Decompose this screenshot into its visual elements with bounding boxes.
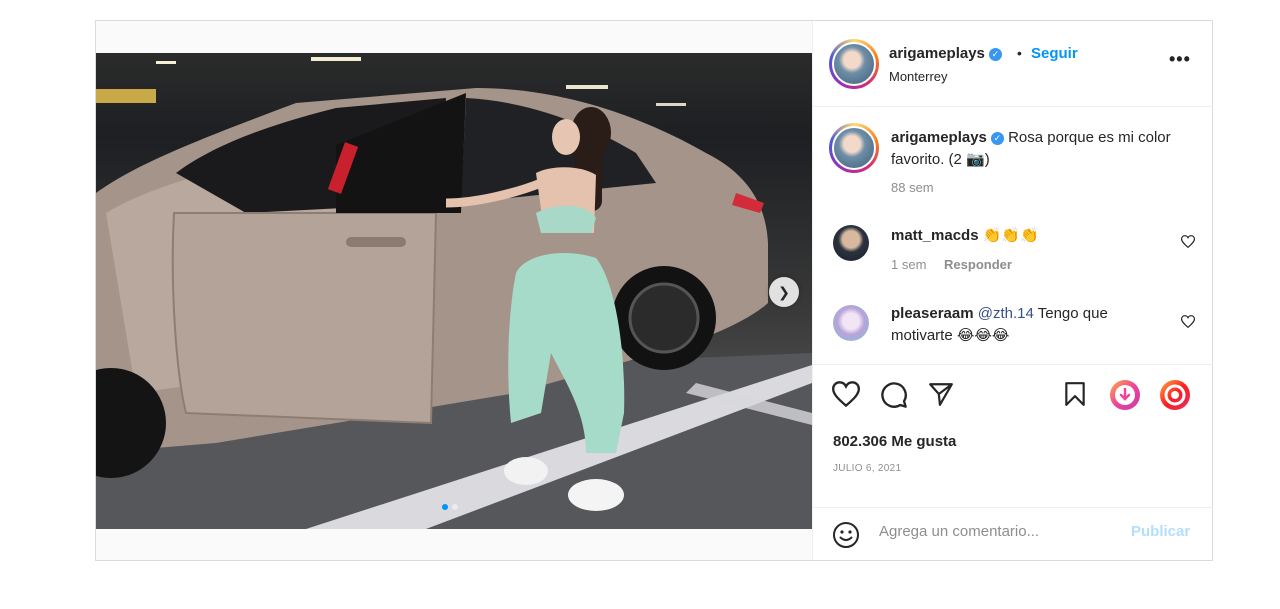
post-location[interactable]: Monterrey [889,69,948,84]
like-comment-heart-icon[interactable] [1181,235,1195,248]
repost-extension-icon[interactable] [1159,379,1191,411]
caption-username[interactable]: arigameplays [891,129,987,146]
header-separator: • [1017,45,1022,61]
likes-count[interactable]: 802.306 Me gusta [833,433,956,450]
comment-item: matt_macds 👏👏👏 1 sem Responder [813,221,1213,281]
comment-time: 1 sem [891,257,927,272]
verified-badge-icon: ✓ [988,48,1002,61]
photo-illustration [96,57,812,529]
verified-badge-icon: ✓ [990,131,1004,145]
comment-composer: Agrega un comentario... Publicar [813,507,1213,560]
comment-item: pleaseraam @zth.14 Tengo que motivarte 😂… [813,301,1213,361]
commenter-avatar[interactable] [833,305,869,341]
share-send-icon[interactable] [928,381,954,407]
carousel-dot-1 [442,504,448,510]
comment-text: pleaseraam @zth.14 Tengo que motivarte 😂… [891,303,1171,347]
carousel-indicator [442,504,458,510]
emoji-icon[interactable] [832,521,860,549]
carousel-next-button[interactable]: ❯ [769,277,799,307]
instagram-post-embed: ❯ arigameplays✓ • Seguir Monterrey ••• [95,20,1213,561]
comment-mention[interactable]: @zth.14 [978,305,1034,322]
carousel-dot-2 [452,504,458,510]
post-header: arigameplays ✓ • Seguir Monterrey ••• [813,21,1213,107]
comment-input[interactable]: Agrega un comentario... [879,523,1039,540]
post-sidebar: arigameplays ✓ • Seguir Monterrey ••• ari… [812,21,1213,560]
commenter-avatar[interactable] [833,225,869,261]
post-caption: arigameplays ✓ Rosa porque es mi color fa… [813,121,1213,201]
follow-button[interactable]: Seguir [1031,45,1078,62]
save-bookmark-icon[interactable] [1064,381,1086,407]
caption-avatar[interactable] [829,123,879,173]
post-date[interactable]: JULIO 6, 2021 [833,463,901,474]
publish-button[interactable]: Publicar [1131,523,1190,540]
caption-text: arigameplays ✓ Rosa porque es mi color fa… [891,127,1171,171]
like-comment-heart-icon[interactable] [1181,315,1195,328]
author-username[interactable]: arigameplays ✓ [889,45,1002,62]
post-photo[interactable] [96,53,812,529]
author-avatar[interactable] [829,39,879,89]
comment-bubble-icon[interactable] [880,381,908,409]
reply-button[interactable]: Responder [944,257,1012,272]
more-options-icon[interactable]: ••• [1169,49,1191,70]
comment-meta: 1 sem Responder [891,257,1026,272]
download-extension-icon[interactable] [1109,379,1141,411]
comment-text: matt_macds 👏👏👏 [891,225,1171,247]
post-media: ❯ [96,21,812,560]
chevron-right-icon: ❯ [778,283,790,300]
comment-username[interactable]: matt_macds [891,227,979,244]
comment-body: 👏👏👏 [982,227,1039,244]
caption-time: 88 sem [891,180,934,195]
like-heart-icon[interactable] [832,381,860,407]
comment-username[interactable]: pleaseraam [891,305,974,322]
